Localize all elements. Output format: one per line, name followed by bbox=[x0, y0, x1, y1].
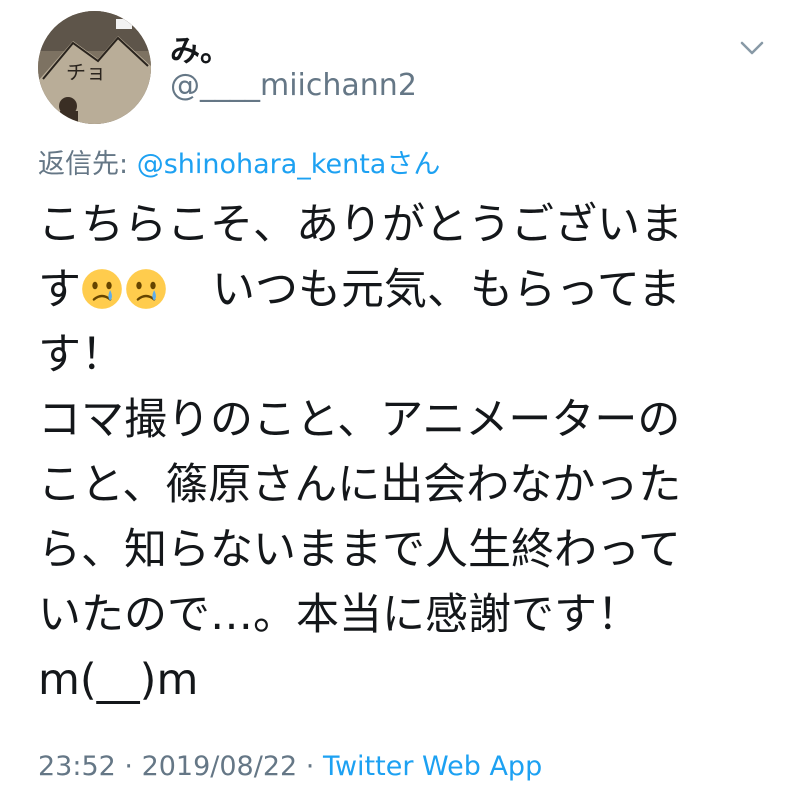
reply-context: 返信先: @shinohara_kentaさん bbox=[38, 142, 440, 181]
tweet-text-line: す いつも元気、もらってま bbox=[38, 258, 768, 323]
tweet-text-line: ら、知らないままで人生終わって bbox=[38, 525, 681, 575]
svg-text:チョ: チョ bbox=[66, 60, 106, 84]
tweet-time[interactable]: 23:52 bbox=[38, 751, 116, 782]
tweet-date[interactable]: 2019/08/22 bbox=[142, 751, 298, 782]
tweet-text-line: いたので…。本当に感謝です！ bbox=[38, 590, 640, 640]
tweet-text-line: こと、篠原さんに出会わなかった bbox=[38, 460, 682, 510]
tweet-text-fragment: す bbox=[38, 265, 81, 315]
tweet-text-line: こちらこそ、ありがとうございま bbox=[38, 200, 683, 250]
reply-mention-link[interactable]: @shinohara_kentaさん bbox=[137, 149, 441, 180]
avatar[interactable]: チョ bbox=[38, 11, 151, 124]
tweet-text-line: コマ撮りのこと、アニメーターの bbox=[38, 395, 681, 445]
tweet-text-line: m(__)m bbox=[38, 655, 199, 705]
tweet-text-fragment: いつも元気、もらってま bbox=[169, 265, 681, 315]
crying-face-emoji bbox=[126, 269, 166, 309]
tweet-text-line: す！ bbox=[38, 330, 124, 380]
chevron-down-icon[interactable] bbox=[736, 36, 768, 60]
user-handle[interactable]: @____miichann2 bbox=[170, 68, 417, 103]
meta-separator: · bbox=[115, 751, 142, 782]
reply-prefix: 返信先: bbox=[38, 149, 137, 180]
meta-separator: · bbox=[297, 751, 323, 782]
tweet-metadata: 23:52 · 2019/08/22 · Twitter Web App bbox=[38, 751, 542, 782]
crying-face-emoji bbox=[82, 269, 122, 309]
tweet-source-link[interactable]: Twitter Web App bbox=[323, 751, 542, 782]
display-name[interactable]: み。 bbox=[170, 26, 230, 70]
tweet-text: こちらこそ、ありがとうございま す いつも元気、もらってま す！ コマ撮りのこと… bbox=[38, 193, 768, 713]
